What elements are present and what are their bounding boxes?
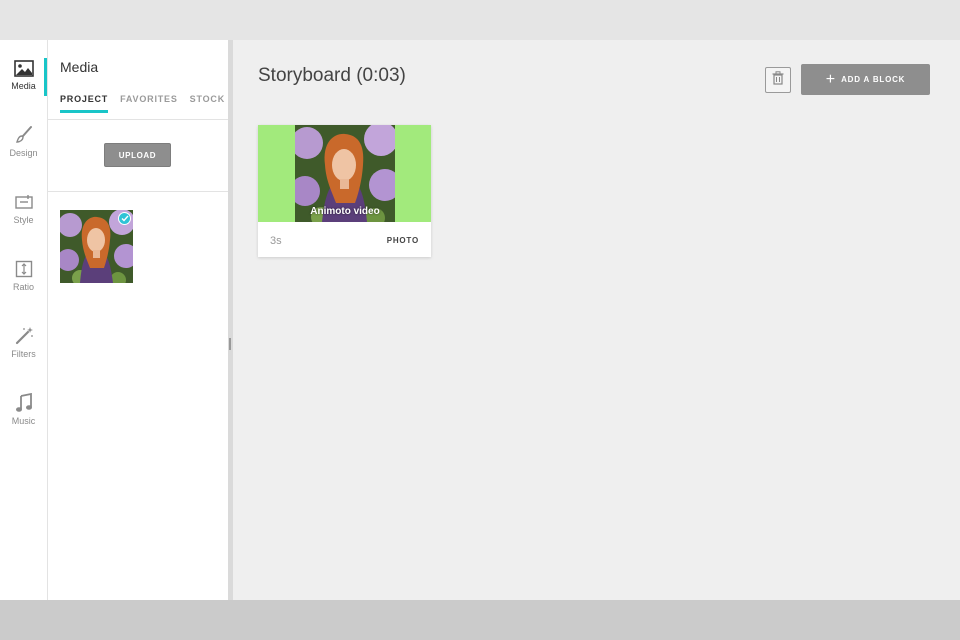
ratio-icon <box>15 259 33 279</box>
trash-icon <box>772 70 784 90</box>
tabs-divider <box>48 119 228 120</box>
upload-button[interactable]: UPLOAD <box>104 143 171 167</box>
music-note-icon <box>15 393 33 413</box>
top-bar <box>0 0 960 40</box>
magic-wand-icon <box>14 326 34 346</box>
tab-favorites[interactable]: FAVORITES <box>120 94 178 113</box>
sidebar-item-music[interactable]: Music <box>0 375 47 435</box>
media-panel: Media PROJECT FAVORITES STOCK UPLOAD <box>48 40 228 600</box>
sidebar-item-label: Filters <box>11 349 36 359</box>
storyboard-area: Storyboard (0:03) + ADD A BLOCK Animoto … <box>233 40 960 600</box>
add-block-label: ADD A BLOCK <box>841 75 906 84</box>
watermark-text: Animoto video <box>310 206 380 217</box>
sidebar-item-style[interactable]: Style <box>0 174 47 234</box>
sidebar-item-label: Design <box>9 148 38 158</box>
sidebar-item-ratio[interactable]: Ratio <box>0 241 47 301</box>
panel-title: Media <box>60 59 99 75</box>
resize-grip <box>229 338 231 350</box>
sidebar-item-label: Style <box>13 215 34 225</box>
sidebar-item-filters[interactable]: Filters <box>0 308 47 368</box>
bottom-bar <box>0 600 960 640</box>
sidebar-item-design[interactable]: Design <box>0 107 47 167</box>
brush-icon <box>14 125 34 145</box>
sidebar-item-label: Ratio <box>12 282 34 292</box>
sidebar-rail: Media Design Style Ratio Filters Music <box>0 40 48 600</box>
tab-stock[interactable]: STOCK <box>190 94 225 113</box>
delete-button[interactable] <box>765 67 791 93</box>
plus-icon: + <box>825 70 836 88</box>
storyboard-title: Storyboard (0:03) <box>258 65 406 86</box>
style-icon <box>14 192 34 212</box>
sidebar-item-media[interactable]: Media <box>0 40 47 100</box>
add-block-button[interactable]: + ADD A BLOCK <box>801 64 930 95</box>
tab-project[interactable]: PROJECT <box>60 94 109 113</box>
selected-check-icon <box>118 212 131 225</box>
image-icon <box>13 58 34 78</box>
upload-divider <box>48 191 228 192</box>
block-type: PHOTO <box>386 236 419 245</box>
sidebar-item-label: Media <box>11 81 36 91</box>
block-duration: 3s <box>270 235 282 247</box>
storyboard-block[interactable]: Animoto video 3s PHOTO <box>258 125 431 257</box>
sidebar-item-label: Music <box>11 416 36 426</box>
media-tabs: PROJECT FAVORITES STOCK <box>60 94 225 113</box>
